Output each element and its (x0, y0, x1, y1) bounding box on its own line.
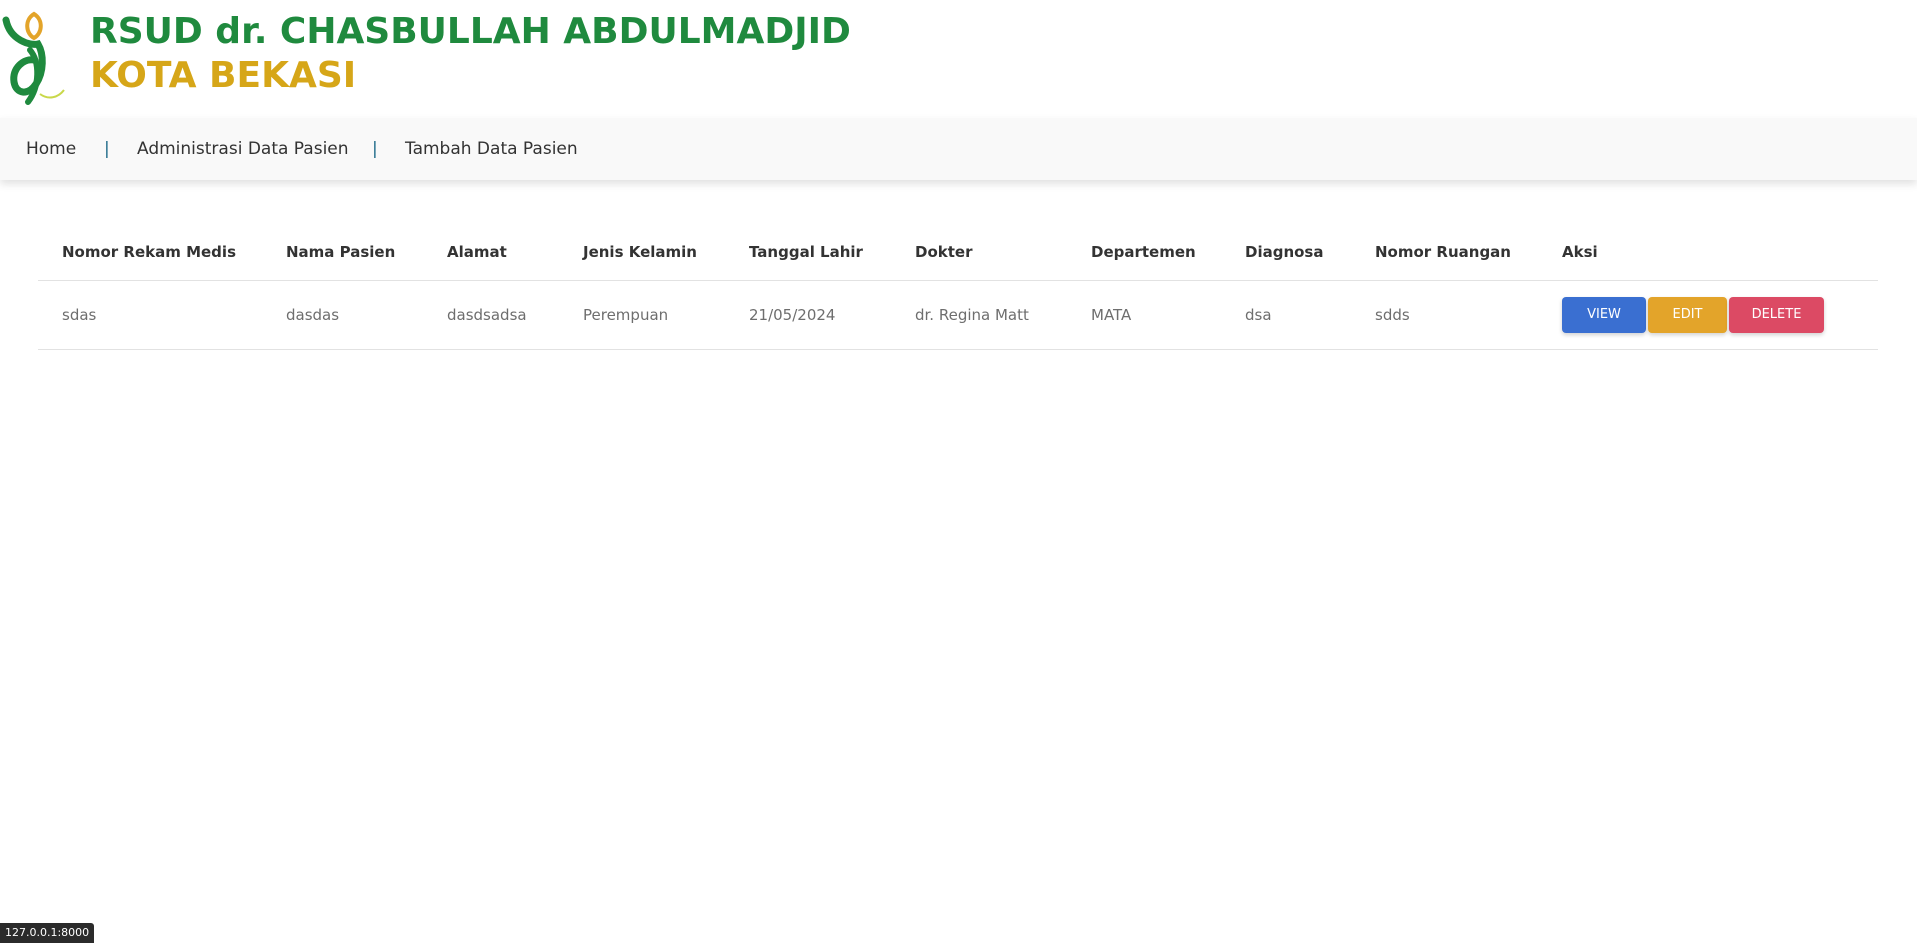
patient-table-container: Nomor Rekam Medis Nama Pasien Alamat Jen… (38, 224, 1878, 350)
nav-separator: | (104, 139, 110, 159)
hospital-logo-icon (2, 11, 65, 105)
patient-table: Nomor Rekam Medis Nama Pasien Alamat Jen… (38, 224, 1878, 350)
nav-tambah-link[interactable]: Tambah Data Pasien (405, 118, 578, 180)
edit-button[interactable]: EDIT (1648, 297, 1727, 333)
cell-nomor-ruangan: sdds (1351, 280, 1538, 350)
column-header: Nama Pasien (262, 224, 423, 281)
column-header: Nomor Ruangan (1351, 224, 1538, 281)
cell-tanggal-lahir: 21/05/2024 (725, 280, 891, 350)
delete-button[interactable]: DELETE (1729, 297, 1824, 333)
site-header: RSUD dr. CHASBULLAH ABDULMADJID KOTA BEK… (0, 0, 1917, 118)
cell-jenis-kelamin: Perempuan (559, 280, 725, 350)
column-header: Alamat (423, 224, 559, 281)
column-header: Departemen (1067, 224, 1221, 281)
column-header: Aksi (1538, 224, 1878, 281)
cell-nama-pasien: dasdas (262, 280, 423, 350)
cell-aksi: VIEW EDIT DELETE (1538, 280, 1878, 350)
column-header: Tanggal Lahir (725, 224, 891, 281)
hospital-name: RSUD dr. CHASBULLAH ABDULMADJID (90, 11, 851, 52)
view-button[interactable]: VIEW (1562, 297, 1646, 333)
cell-nomor-rekam-medis: sdas (38, 280, 262, 350)
table-row: sdas dasdas dasdsadsa Perempuan 21/05/20… (38, 280, 1878, 350)
nav-home-link[interactable]: Home (26, 118, 76, 180)
table-header-row: Nomor Rekam Medis Nama Pasien Alamat Jen… (38, 224, 1878, 281)
browser-status-url: 127.0.0.1:8000 (0, 923, 95, 943)
main-navbar: Home | Administrasi Data Pasien | Tambah… (0, 118, 1917, 180)
cell-alamat: dasdsadsa (423, 280, 559, 350)
cell-dokter: dr. Regina Matt (891, 280, 1067, 350)
nav-separator: | (372, 139, 378, 159)
column-header: Nomor Rekam Medis (38, 224, 262, 281)
column-header: Dokter (891, 224, 1067, 281)
column-header: Jenis Kelamin (559, 224, 725, 281)
column-header: Diagnosa (1221, 224, 1351, 281)
cell-departemen: MATA (1067, 280, 1221, 350)
nav-administrasi-link[interactable]: Administrasi Data Pasien (137, 118, 349, 180)
hospital-city: KOTA BEKASI (90, 55, 357, 96)
cell-diagnosa: dsa (1221, 280, 1351, 350)
